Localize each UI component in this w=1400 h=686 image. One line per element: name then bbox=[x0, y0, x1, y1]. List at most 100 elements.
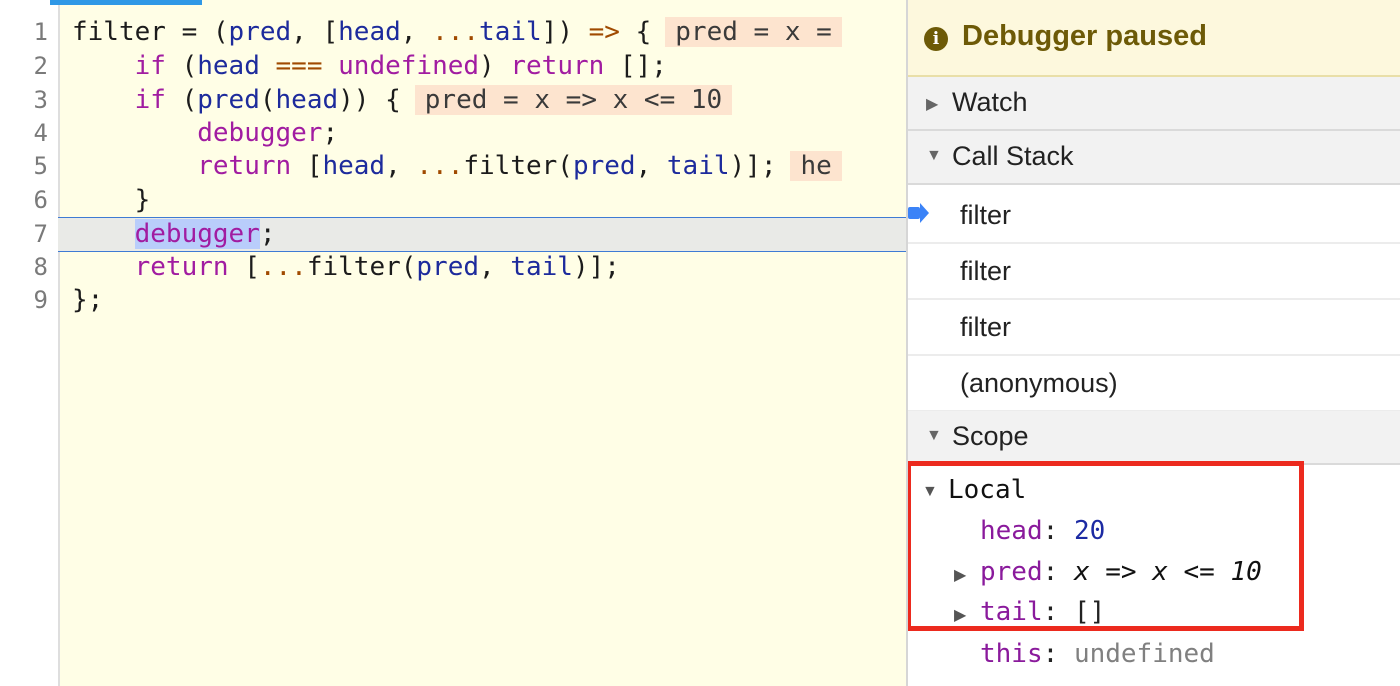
chevron-right-icon: ▶ bbox=[926, 96, 939, 113]
code-text: , bbox=[635, 151, 667, 181]
code-line-6[interactable]: } bbox=[72, 183, 906, 217]
watch-label: Watch bbox=[952, 87, 1028, 117]
line-number[interactable]: 3 bbox=[0, 83, 48, 117]
code-text: [ bbox=[228, 252, 260, 282]
paused-status: Debugger paused bbox=[962, 20, 1207, 52]
frame-name: (anonymous) bbox=[960, 368, 1118, 398]
frame-name: filter bbox=[960, 312, 1012, 342]
operator: === bbox=[275, 51, 323, 81]
code-text: ) bbox=[479, 51, 511, 81]
identifier: tail bbox=[510, 252, 573, 282]
code-text: ; bbox=[322, 118, 339, 148]
scope-label: Scope bbox=[952, 421, 1029, 451]
call-stack-frame[interactable]: (anonymous) bbox=[908, 356, 1400, 412]
info-icon: i bbox=[924, 27, 948, 51]
scope-pane-header[interactable]: ▼ Scope bbox=[908, 411, 1400, 465]
code-text: } bbox=[134, 185, 151, 215]
code-text: , [ bbox=[291, 17, 339, 47]
code-text: )) { bbox=[338, 85, 401, 115]
call-stack-pane-header[interactable]: ▼ Call Stack bbox=[908, 131, 1400, 185]
identifier: head bbox=[338, 17, 401, 47]
frame-name: filter bbox=[960, 200, 1012, 230]
code-line-8[interactable]: return [...filter(pred, tail)]; bbox=[72, 250, 906, 284]
code-text: , bbox=[479, 252, 511, 282]
call-stack-frame[interactable]: filter bbox=[908, 300, 1400, 356]
keyword: return bbox=[197, 151, 292, 181]
code-line-2[interactable]: if (head === undefined) return []; bbox=[72, 49, 906, 83]
line-number[interactable]: 4 bbox=[0, 116, 48, 150]
identifier: filter bbox=[72, 17, 166, 47]
code-text: []; bbox=[604, 51, 667, 81]
identifier: pred bbox=[228, 17, 292, 47]
line-number[interactable]: 5 bbox=[0, 149, 48, 183]
debugger-paused-banner: i Debugger paused bbox=[908, 0, 1400, 77]
inline-value-preview[interactable]: pred = x = bbox=[665, 17, 842, 47]
annotation-highlight-box bbox=[908, 461, 1304, 631]
code-text: ( bbox=[165, 51, 198, 81]
colon: : bbox=[1042, 639, 1059, 669]
code-line-1[interactable]: filter = (pred, [head, ...tail]) => {pre… bbox=[72, 15, 906, 49]
identifier: pred bbox=[197, 85, 260, 115]
code-text: ( bbox=[259, 85, 276, 115]
call-stack-label: Call Stack bbox=[952, 141, 1074, 171]
line-number[interactable]: 2 bbox=[0, 49, 48, 83]
keyword: if bbox=[134, 85, 166, 115]
identifier: pred bbox=[416, 252, 480, 282]
code-text: filter( bbox=[306, 252, 417, 282]
debugger-sidebar: i Debugger paused ▶ Watch ▼ Call Stack f… bbox=[906, 0, 1400, 686]
keyword: return bbox=[134, 252, 229, 282]
code-text: ; bbox=[259, 219, 276, 249]
keyword: debugger bbox=[134, 219, 260, 249]
code-text: }; bbox=[72, 285, 104, 315]
code-line-4[interactable]: debugger; bbox=[72, 116, 906, 150]
code-line-5[interactable]: return [head, ...filter(pred, tail)]; he bbox=[72, 149, 906, 183]
keyword: return bbox=[510, 51, 605, 81]
code-line-9[interactable]: }; bbox=[72, 283, 906, 317]
code-text: , bbox=[385, 151, 417, 181]
inline-value-preview[interactable]: pred = x => x <= 10 bbox=[414, 85, 733, 115]
code-text: { bbox=[619, 17, 652, 47]
var-name: this bbox=[980, 639, 1043, 669]
line-number[interactable]: 9 bbox=[0, 283, 48, 317]
keyword: debugger bbox=[197, 118, 323, 148]
operator: ... bbox=[432, 17, 480, 47]
code-text: )]; bbox=[729, 151, 777, 181]
code-text: ]) bbox=[541, 17, 589, 47]
watch-pane-header[interactable]: ▶ Watch bbox=[908, 77, 1400, 131]
code-text: [ bbox=[291, 151, 323, 181]
code-editor[interactable]: 1 2 3 4 5 6 7 8 9 filter = (pred, [head,… bbox=[0, 0, 906, 686]
code-line-3[interactable]: if (pred(head)) {pred = x => x <= 10 bbox=[72, 83, 906, 117]
operator: ... bbox=[259, 252, 307, 282]
code-line-7[interactable]: debugger; bbox=[72, 217, 906, 251]
call-stack-frame[interactable]: filter bbox=[908, 188, 1400, 244]
identifier: head bbox=[322, 151, 386, 181]
identifier: head bbox=[275, 85, 339, 115]
identifier: pred bbox=[572, 151, 636, 181]
code-text: , bbox=[400, 17, 433, 47]
chevron-down-icon: ▼ bbox=[926, 147, 942, 164]
line-number[interactable]: 1 bbox=[0, 15, 48, 49]
active-tab-indicator bbox=[50, 0, 202, 5]
code-text: ( bbox=[165, 85, 198, 115]
code-text: = ( bbox=[165, 17, 229, 47]
frame-name: filter bbox=[960, 256, 1012, 286]
operator: => bbox=[588, 17, 620, 47]
code-text: )]; bbox=[572, 252, 620, 282]
line-number[interactable]: 7 bbox=[0, 217, 48, 251]
code-text: filter( bbox=[463, 151, 573, 181]
call-stack-frame[interactable]: filter bbox=[908, 244, 1400, 300]
identifier: tail bbox=[666, 151, 730, 181]
operator: ... bbox=[416, 151, 464, 181]
line-number[interactable]: 6 bbox=[0, 183, 48, 217]
scope-var-this[interactable]: this: undefined bbox=[980, 635, 1215, 673]
inline-value-preview[interactable]: he bbox=[790, 151, 842, 181]
line-number[interactable]: 8 bbox=[0, 250, 48, 284]
